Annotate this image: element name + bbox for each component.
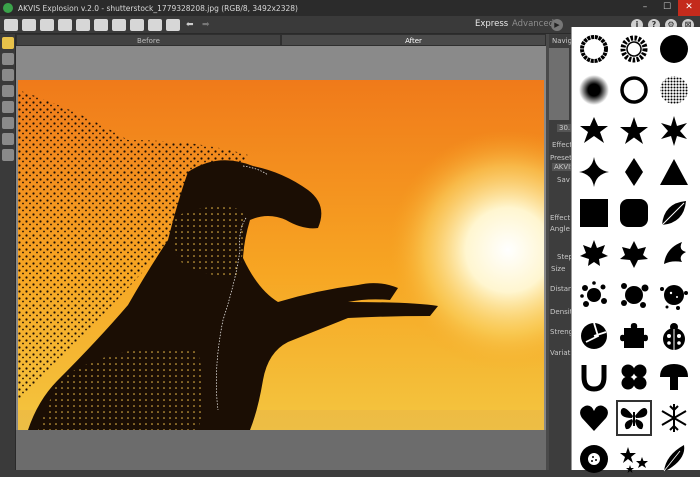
print-icon[interactable] [76,18,90,31]
batch-icon[interactable] [166,18,180,31]
shape-horseshoe-icon[interactable] [576,359,612,395]
shape-star-6-icon[interactable] [576,113,612,149]
maximize-button[interactable]: ☐ [656,0,678,16]
shape-splatter-2-icon[interactable] [616,277,652,313]
shape-sunflower-icon[interactable] [576,441,612,477]
shape-snowflake-icon[interactable] [656,400,692,436]
shape-maple-leaf-1-icon[interactable] [576,236,612,272]
crop-tool-icon[interactable] [2,101,14,113]
close-button[interactable]: ✕ [678,0,700,16]
shape-feather-icon[interactable] [656,441,692,477]
navigator-label: Navig [552,37,573,45]
shape-splatter-3-icon[interactable] [656,277,692,313]
horse-explosion-image [18,80,544,430]
save-image-icon[interactable] [40,18,54,31]
shape-shard-circle-icon[interactable] [576,318,612,354]
run-button[interactable]: ▶ [551,19,563,31]
eraser-2-tool-icon[interactable] [2,85,14,97]
shape-stars-cluster-icon[interactable] [616,441,652,477]
shape-splatter-1-icon[interactable] [576,277,612,313]
hand-tool-icon[interactable] [2,133,14,145]
shape-square-icon[interactable] [576,195,612,231]
window-title: AKVIS Explosion v.2.0 - shutterstock_177… [18,3,298,13]
particle-shapes-popup [571,27,700,470]
shape-ring-icon[interactable] [616,72,652,108]
title-bar: AKVIS Explosion v.2.0 - shutterstock_177… [0,0,700,16]
home-icon[interactable] [4,18,18,31]
angle-label: Angle [550,225,570,233]
zoom-field[interactable]: 30. [557,124,573,132]
canvas-margin [16,430,546,470]
undo-icon[interactable]: ⬅ [186,20,196,30]
shape-sparkle-4-icon[interactable] [576,154,612,190]
open-image-icon[interactable] [22,18,36,31]
shape-four-leaf-clover-icon[interactable] [616,359,652,395]
zoom-tool-icon[interactable] [2,149,14,161]
lasso-tool-icon[interactable] [2,53,14,65]
eraser-tool-icon[interactable] [2,69,14,81]
navigator-preview[interactable] [549,48,569,120]
save-preset-button[interactable]: Sav [557,176,570,184]
shape-butterfly-icon[interactable] [616,400,652,436]
brush-settings-icon[interactable] [112,18,126,31]
tab-before[interactable]: Before [16,34,281,46]
left-toolbar [0,34,16,470]
brush-tool-icon[interactable] [2,37,14,49]
camera-tool-icon[interactable] [2,117,14,129]
app-icon [3,3,13,13]
minimize-button[interactable]: – [634,0,656,16]
mode-advanced-tab[interactable]: Advanced [512,19,554,29]
shape-rounded-square-icon[interactable] [616,195,652,231]
canvas-area[interactable] [16,46,546,470]
shape-heart-icon[interactable] [576,400,612,436]
save-strokes-icon[interactable] [148,18,162,31]
load-strokes-icon[interactable] [130,18,144,31]
shape-maple-leaf-3-icon[interactable] [656,236,692,272]
share-icon[interactable] [94,18,108,31]
view-tabs: Before After [16,34,546,46]
shape-puzzle-piece-icon[interactable] [616,318,652,354]
shape-gear-icon[interactable] [616,31,652,67]
size-label: Size [551,265,566,273]
shape-ladybug-icon[interactable] [656,318,692,354]
window-controls: – ☐ ✕ [634,0,700,16]
effect-tab[interactable]: Effect [552,141,572,149]
shape-circle-filled-icon[interactable] [656,31,692,67]
shape-circle-soft-icon[interactable] [576,72,612,108]
photo-canvas[interactable] [18,80,544,430]
shape-ring-rough-icon[interactable] [576,31,612,67]
export-icon[interactable] [58,18,72,31]
shape-mushroom-icon[interactable] [656,359,692,395]
mode-express-tab[interactable]: Express [475,19,508,29]
shape-leaf-icon[interactable] [656,195,692,231]
shape-star-8-icon[interactable] [656,113,692,149]
shape-diamond-icon[interactable] [616,154,652,190]
shape-triangle-icon[interactable] [656,154,692,190]
shape-star-5-icon[interactable] [616,113,652,149]
shape-halftone-circle-icon[interactable] [656,72,692,108]
shape-maple-leaf-2-icon[interactable] [616,236,652,272]
redo-icon[interactable]: ➡ [202,20,212,30]
tab-after[interactable]: After [281,34,546,46]
